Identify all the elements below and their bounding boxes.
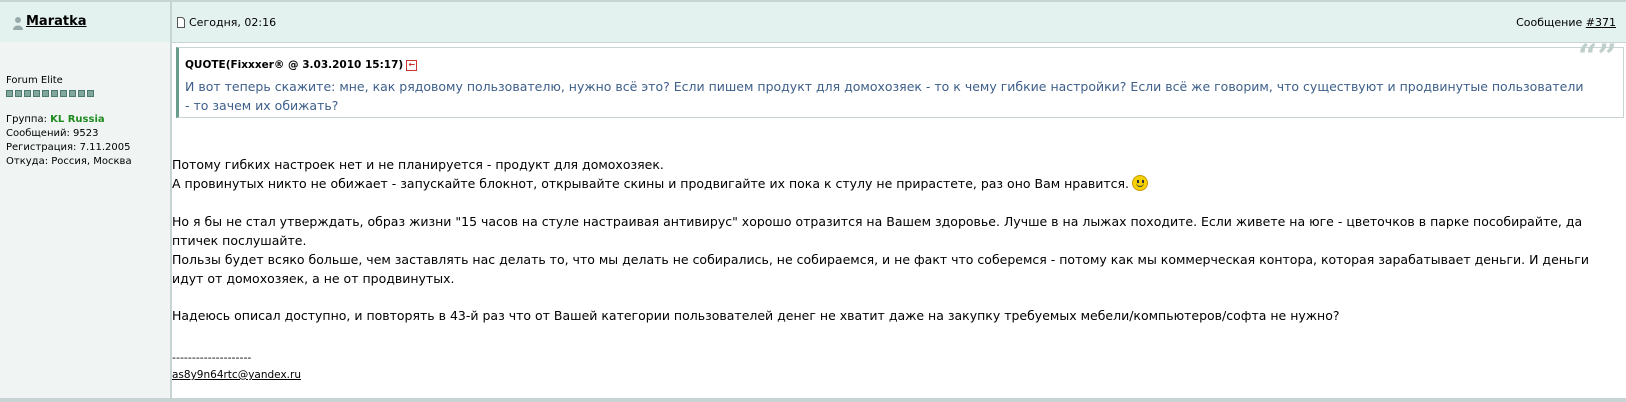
- message-label: Сообщение: [1516, 16, 1583, 29]
- group-label: Группа:: [6, 114, 47, 125]
- forum-post: Maratka Сегодня, 02:16 Сообщение #371 Fo…: [0, 0, 1626, 402]
- user-posts: Сообщений: 9523: [6, 128, 99, 139]
- paragraph-4: Пользы будет всяко больше, чем заставлят…: [172, 252, 1589, 286]
- quote-author: QUOTE(Fixxxer® @ 3.03.2010 15:17): [185, 59, 404, 71]
- rank-pip: [15, 90, 22, 97]
- quote-title: QUOTE(Fixxxer® @ 3.03.2010 15:17) ←: [185, 56, 418, 75]
- signature-separator: --------------------: [172, 351, 252, 364]
- rank-pip: [78, 90, 85, 97]
- post-header: Maratka Сегодня, 02:16 Сообщение #371: [0, 2, 1626, 43]
- post-date: Сегодня, 02:16: [189, 16, 277, 29]
- rank-pip: [33, 90, 40, 97]
- user-meta: Группа: KL Russia Сообщений: 9523 Регист…: [6, 113, 132, 169]
- paragraph-2: А провинутых никто не обижает - запускай…: [172, 174, 1612, 193]
- user-rank: Forum Elite: [6, 75, 63, 86]
- author-sidebar: Forum Elite Группа: KL Russia Сообщений:…: [0, 42, 172, 398]
- paragraph-2-text: А провинутых никто не обижает - запускай…: [172, 176, 1130, 191]
- post-divider: [0, 398, 1626, 402]
- message-permalink[interactable]: #371: [1586, 16, 1616, 29]
- quote-link-icon[interactable]: ←: [406, 59, 418, 71]
- quote-block: QUOTE(Fixxxer® @ 3.03.2010 15:17) ← “” И …: [176, 37, 1624, 118]
- signature-email-link[interactable]: as8y9n64rtc@yandex.ru: [172, 366, 301, 385]
- author-cell: Maratka: [0, 2, 172, 42]
- user-icon: [13, 17, 23, 30]
- smiley-icon: [1132, 175, 1149, 191]
- rank-pip: [87, 90, 94, 97]
- rank-pip: [51, 90, 58, 97]
- message-number: Сообщение #371: [1516, 16, 1616, 29]
- quote-mark-icon: “”: [1577, 37, 1617, 77]
- paragraph-5: Надеюсь описал доступно, и повторять в 4…: [172, 308, 1340, 323]
- post-content: QUOTE(Fixxxer® @ 3.03.2010 15:17) ← “” И …: [172, 37, 1626, 398]
- author-name-link[interactable]: Maratka: [26, 14, 87, 29]
- user-group: Группа: KL Russia: [6, 113, 132, 127]
- rank-pip: [24, 90, 31, 97]
- rank-pips: [6, 90, 94, 97]
- rank-pip: [6, 90, 13, 97]
- rank-pip: [42, 90, 49, 97]
- paragraph-1: Потому гибких настроек нет и не планируе…: [172, 157, 664, 172]
- group-value: KL Russia: [50, 114, 105, 125]
- rank-pip: [60, 90, 67, 97]
- user-location: Откуда: Россия, Москва: [6, 156, 132, 167]
- rank-pip: [69, 90, 76, 97]
- document-icon: [177, 17, 185, 28]
- user-registered: Регистрация: 7.11.2005: [6, 142, 131, 153]
- paragraph-3: Но я бы не стал утверждать, образ жизни …: [172, 214, 1583, 248]
- post-body-row: Forum Elite Группа: KL Russia Сообщений:…: [0, 37, 1626, 398]
- quote-text: И вот теперь скажите: мне, как рядовому …: [185, 79, 1584, 113]
